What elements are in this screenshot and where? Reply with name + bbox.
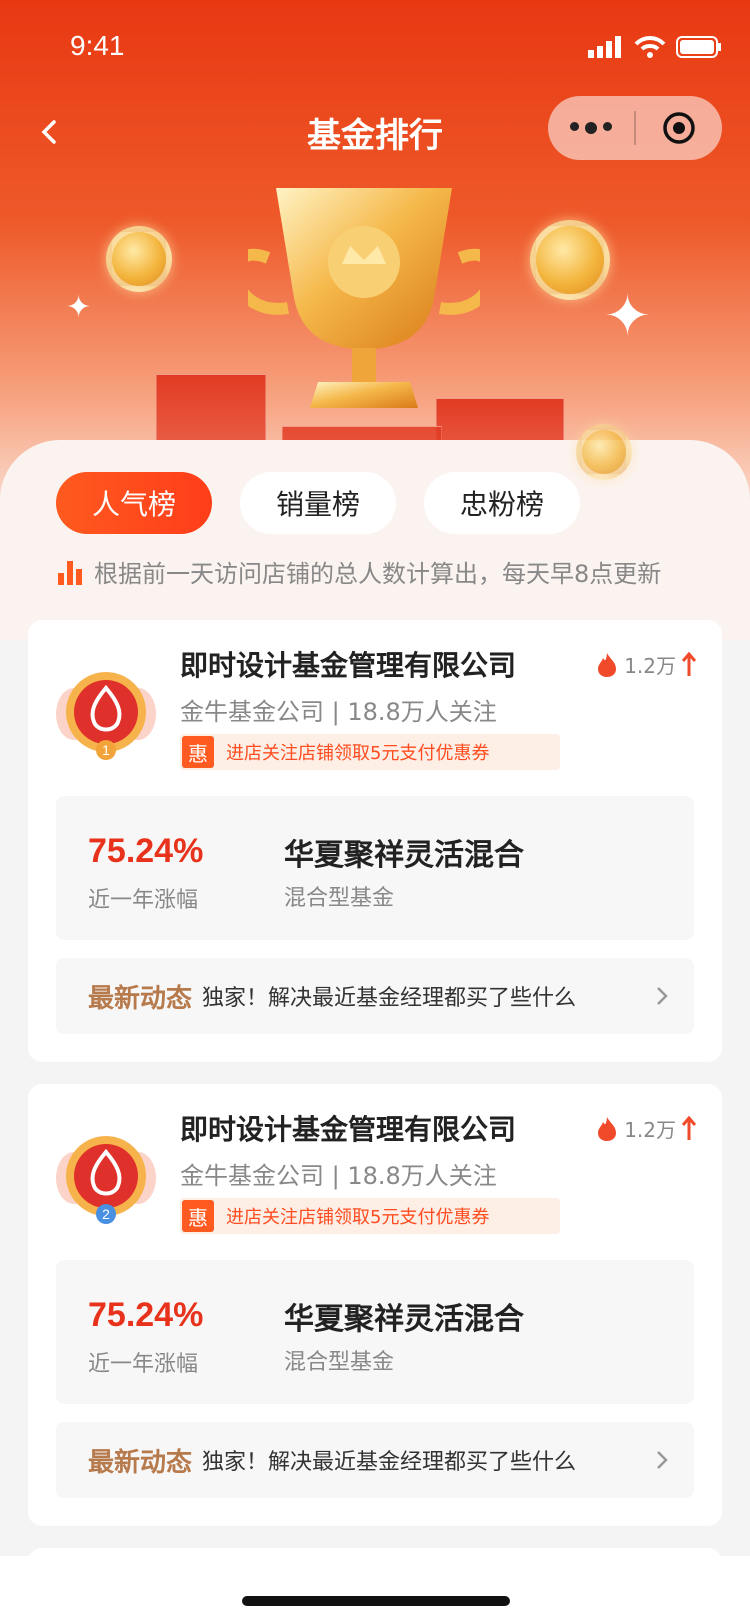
news-text: 独家！解决最近基金经理都买了些什么 bbox=[202, 1450, 577, 1475]
coin-bottom bbox=[576, 424, 632, 480]
arrow-up-icon bbox=[682, 1115, 696, 1140]
annual-return-label: 近一年涨幅 bbox=[88, 1352, 199, 1377]
fund-card[interactable]: 2 即时设计基金管理有限公司 1.2万 金牛基金公司 | 18.8万人关注 惠 … bbox=[28, 1084, 722, 1526]
close-button[interactable] bbox=[636, 111, 722, 145]
company-name[interactable]: 即时设计基金管理有限公司 bbox=[180, 644, 516, 684]
nav-bar: 基金排行 bbox=[0, 92, 750, 172]
latest-news[interactable]: 最新动态 独家！解决最近基金经理都买了些什么 bbox=[56, 958, 694, 1034]
status-icons bbox=[588, 36, 722, 58]
news-tag: 最新动态 bbox=[88, 983, 193, 1014]
hot-count: 1.2万 bbox=[624, 654, 676, 678]
bar-chart-icon bbox=[58, 559, 82, 585]
ranking-hint: 根据前一天访问店铺的总人数计算出，每天早8点更新 bbox=[58, 554, 661, 589]
fund-name: 华夏聚祥灵活混合 bbox=[284, 1302, 524, 1337]
tab-popularity[interactable]: 人气榜 bbox=[56, 472, 212, 534]
annual-return: 75.24% bbox=[88, 832, 204, 870]
coupon-banner[interactable]: 惠 进店关注店铺领取5元支付优惠券 bbox=[180, 1198, 560, 1234]
status-bar: 9:41 bbox=[0, 0, 750, 88]
fund-type: 混合型基金 bbox=[284, 886, 395, 911]
hot-count: 1.2万 bbox=[624, 1118, 676, 1142]
more-button[interactable] bbox=[548, 122, 634, 134]
mini-program-capsule bbox=[548, 96, 722, 160]
fund-type: 混合型基金 bbox=[284, 1350, 395, 1375]
hint-text: 根据前一天访问店铺的总人数计算出，每天早8点更新 bbox=[94, 560, 662, 588]
coupon-text: 进店关注店铺领取5元支付优惠券 bbox=[226, 1207, 490, 1228]
battery-icon bbox=[676, 36, 721, 58]
trophy-icon bbox=[248, 188, 480, 408]
latest-news[interactable]: 最新动态 独家！解决最近基金经理都买了些什么 bbox=[56, 1422, 694, 1498]
news-text: 独家！解决最近基金经理都买了些什么 bbox=[202, 986, 577, 1011]
tab-sales[interactable]: 销量榜 bbox=[240, 472, 396, 534]
fund-info[interactable]: 75.24% 近一年涨幅 华夏聚祥灵活混合 混合型基金 bbox=[56, 1260, 694, 1404]
flame-icon bbox=[598, 1116, 617, 1141]
wifi-icon bbox=[634, 36, 666, 58]
more-dot-icon bbox=[585, 122, 597, 134]
sparkle-right: ✦ bbox=[604, 284, 651, 349]
hero-arc bbox=[0, 410, 750, 640]
chevron-right-icon bbox=[657, 987, 668, 1005]
coupon-banner[interactable]: 惠 进店关注店铺领取5元支付优惠券 bbox=[180, 734, 560, 770]
arrow-up-icon bbox=[682, 651, 696, 676]
coupon-text: 进店关注店铺领取5元支付优惠券 bbox=[226, 743, 490, 764]
home-indicator[interactable] bbox=[242, 1596, 510, 1606]
rank-badge-icon: 2 bbox=[56, 1136, 156, 1224]
company-meta: 金牛基金公司 | 18.8万人关注 bbox=[180, 698, 497, 726]
annual-return: 75.24% bbox=[88, 1296, 204, 1334]
bottom-safe-area bbox=[0, 1556, 750, 1624]
flame-icon bbox=[598, 652, 617, 677]
coin-right bbox=[530, 220, 610, 300]
ranking-tabs: 人气榜 销量榜 忠粉榜 bbox=[56, 472, 580, 534]
chevron-right-icon bbox=[657, 1451, 668, 1469]
rank-badge-icon: 1 bbox=[56, 672, 156, 760]
hot-indicator: 1.2万 bbox=[596, 650, 696, 679]
fund-name: 华夏聚祥灵活混合 bbox=[284, 838, 524, 873]
more-dot-icon bbox=[570, 122, 579, 131]
company-name[interactable]: 即时设计基金管理有限公司 bbox=[180, 1108, 516, 1148]
company-meta: 金牛基金公司 | 18.8万人关注 bbox=[180, 1162, 497, 1190]
target-icon bbox=[663, 112, 695, 144]
rank-number: 1 bbox=[102, 742, 110, 758]
annual-return-label: 近一年涨幅 bbox=[88, 888, 199, 913]
coin-left bbox=[106, 226, 172, 292]
fund-card[interactable]: 1 即时设计基金管理有限公司 1.2万 金牛基金公司 | 18.8万人关注 惠 … bbox=[28, 620, 722, 1062]
hot-indicator: 1.2万 bbox=[596, 1114, 696, 1143]
fund-info[interactable]: 75.24% 近一年涨幅 华夏聚祥灵活混合 混合型基金 bbox=[56, 796, 694, 940]
more-dot-icon bbox=[603, 122, 612, 131]
status-time: 9:41 bbox=[70, 30, 125, 61]
news-tag: 最新动态 bbox=[88, 1447, 193, 1478]
rank-number: 2 bbox=[102, 1206, 110, 1222]
tab-loyal-fans[interactable]: 忠粉榜 bbox=[424, 472, 580, 534]
coupon-tag: 惠 bbox=[182, 1200, 214, 1232]
coupon-tag: 惠 bbox=[182, 736, 214, 768]
sparkle-left: ✦ bbox=[66, 290, 92, 325]
signal-icon bbox=[588, 36, 621, 58]
